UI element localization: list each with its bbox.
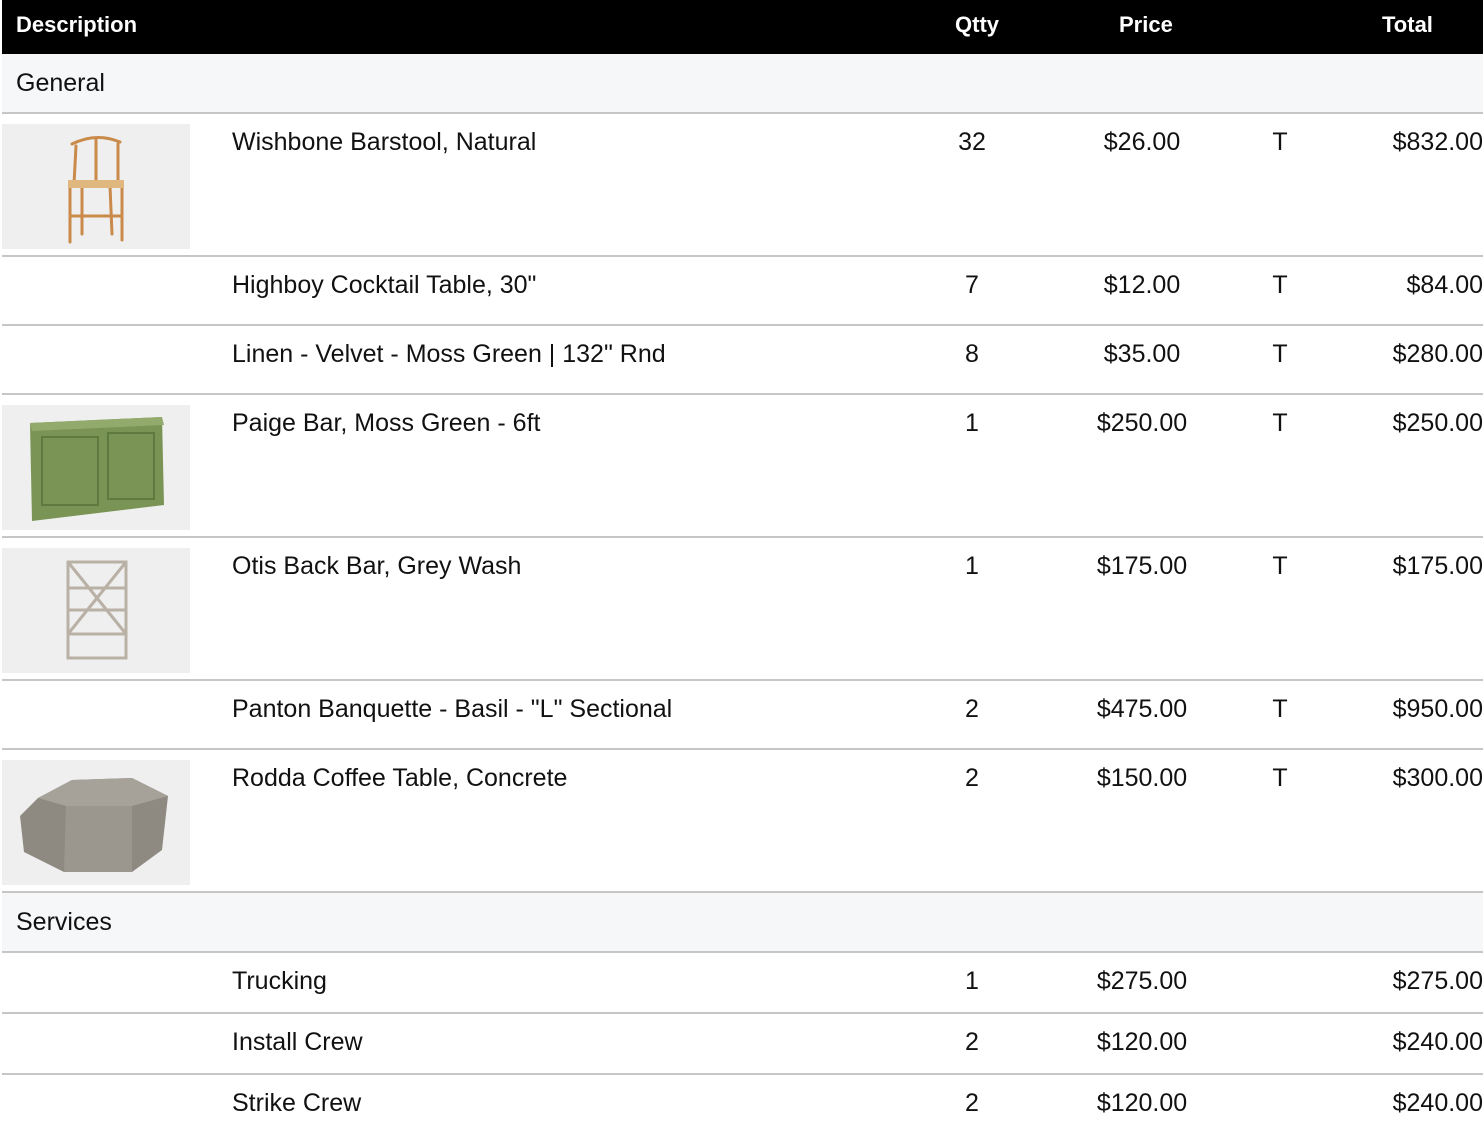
item-price: $26.00 [1103,128,1181,156]
item-qty: 1 [965,552,979,580]
item-total: $250.00 [1392,409,1483,437]
section-services: Services [2,893,1483,953]
table-row: Highboy Cocktail Table, 30" 7 $12.00 T $… [2,257,1483,326]
item-total: $240.00 [1392,1089,1483,1117]
item-price: $120.00 [1096,1089,1188,1117]
item-total: $832.00 [1392,128,1483,156]
item-description: Linen - Velvet - Moss Green | 132" Rnd [232,340,666,368]
item-tax: T [1272,340,1288,368]
section-title: General [16,69,105,97]
item-total: $175.00 [1392,552,1483,580]
table-row: Otis Back Bar, Grey Wash 1 $175.00 T $17… [2,538,1483,681]
item-tax: T [1272,128,1288,156]
item-price: $35.00 [1103,340,1181,368]
item-tax: T [1272,409,1288,437]
item-description: Trucking [232,967,327,995]
green-bar-image [2,405,190,530]
item-qty: 32 [958,128,986,156]
item-description: Install Crew [232,1028,363,1056]
item-price: $175.00 [1096,552,1188,580]
header-total: Total [1382,12,1433,37]
item-qty: 2 [965,764,979,792]
item-tax: T [1272,271,1288,299]
table-row: Install Crew 2 $120.00 $240.00 [2,1014,1483,1075]
item-qty: 8 [965,340,979,368]
header-qty: Qtty [955,12,999,37]
item-description: Otis Back Bar, Grey Wash [232,552,522,580]
item-tax: T [1272,552,1288,580]
item-total: $275.00 [1392,967,1483,995]
back-bar-shelf-image [2,548,190,673]
item-price: $150.00 [1096,764,1188,792]
item-price: $120.00 [1096,1028,1188,1056]
item-price: $250.00 [1096,409,1188,437]
item-total: $950.00 [1392,695,1483,723]
barstool-image [2,124,190,249]
table-row: Rodda Coffee Table, Concrete 2 $150.00 T… [2,750,1483,893]
table-row: Panton Banquette - Basil - "L" Sectional… [2,681,1483,750]
table-row: Linen - Velvet - Moss Green | 132" Rnd 8… [2,326,1483,395]
item-description: Highboy Cocktail Table, 30" [232,271,537,299]
item-price: $12.00 [1103,271,1181,299]
item-qty: 1 [965,967,979,995]
item-price: $475.00 [1096,695,1188,723]
table-row: Strike Crew 2 $120.00 $240.00 [2,1075,1483,1122]
table-row: Wishbone Barstool, Natural 32 $26.00 T $… [2,114,1483,257]
header-description: Description [16,12,138,37]
section-general: General [2,54,1483,114]
item-tax: T [1272,695,1288,723]
item-description: Paige Bar, Moss Green - 6ft [232,409,541,437]
item-total: $240.00 [1392,1028,1483,1056]
item-description: Panton Banquette - Basil - "L" Sectional [232,695,673,723]
item-total: $84.00 [1406,271,1483,299]
header-price: Price [1119,12,1173,37]
concrete-table-image [2,760,190,885]
item-total: $280.00 [1392,340,1483,368]
table-header: Description Qtty Price Total [2,0,1483,54]
item-qty: 1 [965,409,979,437]
item-description: Strike Crew [232,1089,362,1117]
item-description: Wishbone Barstool, Natural [232,128,537,156]
table-row: Trucking 1 $275.00 $275.00 [2,953,1483,1014]
item-tax: T [1272,764,1288,792]
item-description: Rodda Coffee Table, Concrete [232,764,568,792]
item-price: $275.00 [1096,967,1188,995]
item-total: $300.00 [1392,764,1483,792]
section-title: Services [16,908,112,936]
table-row: Paige Bar, Moss Green - 6ft 1 $250.00 T … [2,395,1483,538]
item-qty: 7 [965,271,979,299]
item-qty: 2 [965,1028,979,1056]
item-qty: 2 [965,695,979,723]
item-qty: 2 [965,1089,979,1117]
